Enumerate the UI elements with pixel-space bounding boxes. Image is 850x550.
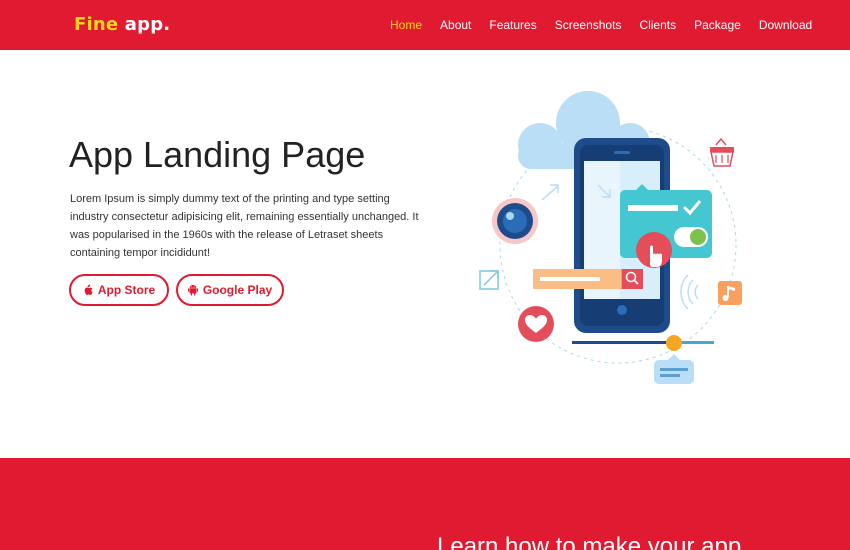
android-icon (187, 284, 198, 296)
hero-title: App Landing Page (69, 134, 366, 175)
hero-illustration (470, 85, 760, 390)
hand-pointer-icon (636, 232, 672, 268)
apple-icon (83, 284, 93, 296)
app-store-label: App Store (97, 283, 156, 297)
camera-lens-icon (492, 198, 538, 244)
nav-link-download[interactable]: Download (759, 17, 812, 33)
expand-arrow-icon (479, 270, 499, 290)
google-play-button[interactable]: Google Play (176, 274, 284, 306)
shopping-basket-icon (710, 137, 734, 167)
slider-icon (572, 335, 714, 351)
nav-link-package[interactable]: Package (694, 17, 741, 33)
nav-link-home[interactable]: Home (390, 17, 422, 33)
sound-waves-icon (680, 274, 699, 310)
learn-section-heading: Learn how to make your app (437, 533, 742, 550)
chat-bubble-icon (654, 354, 694, 384)
nav-link-features[interactable]: Features (489, 17, 536, 33)
main-nav: Home About Features Screenshots Clients … (390, 17, 812, 33)
brand-logo[interactable]: Fine app. (74, 13, 170, 37)
nav-link-screenshots[interactable]: Screenshots (555, 17, 622, 33)
heart-icon (518, 306, 554, 342)
learn-section: Learn how to make your app (0, 458, 850, 550)
logo-word-fine: Fine (74, 14, 119, 35)
logo-word-app: app. (124, 14, 171, 35)
nav-link-about[interactable]: About (440, 17, 471, 33)
app-store-button[interactable]: App Store (69, 274, 169, 306)
music-note-icon (718, 281, 742, 305)
google-play-label: Google Play (202, 283, 273, 297)
top-navbar: Fine app. Home About Features Screenshot… (0, 0, 850, 50)
nav-link-clients[interactable]: Clients (639, 17, 676, 33)
hero-description: Lorem Ipsum is simply dummy text of the … (70, 193, 419, 259)
search-bar-icon (533, 269, 643, 289)
